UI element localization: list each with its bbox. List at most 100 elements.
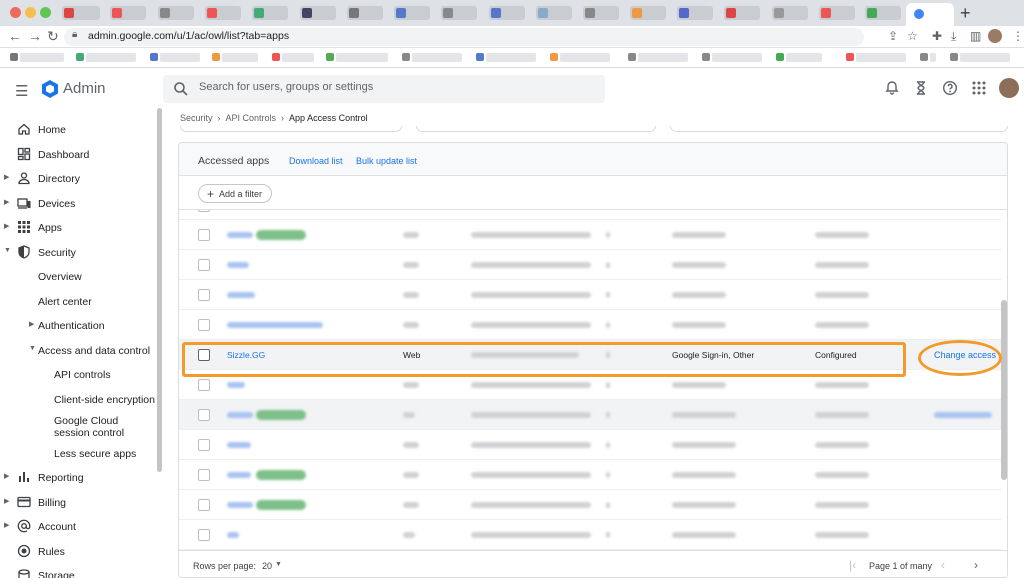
reload-icon[interactable]: ↻ xyxy=(47,28,59,45)
bookmark-item[interactable] xyxy=(476,53,536,62)
row-checkbox[interactable] xyxy=(198,229,210,241)
app-name-blurred[interactable] xyxy=(227,292,255,298)
browser-tab[interactable] xyxy=(772,6,808,20)
bookmark-item[interactable] xyxy=(776,53,822,62)
share-icon[interactable]: ⇪ xyxy=(888,29,898,43)
expand-caret-icon[interactable]: ▶ xyxy=(29,320,34,328)
browser-tab[interactable] xyxy=(536,6,572,20)
previous-page-icon[interactable]: ‹ xyxy=(941,558,945,572)
browser-menu-icon[interactable]: ⋮ xyxy=(1012,29,1024,43)
table-row[interactable] xyxy=(179,520,1001,550)
expand-caret-icon[interactable]: ▶ xyxy=(4,198,9,206)
browser-tab[interactable] xyxy=(630,6,666,20)
browser-tab[interactable] xyxy=(583,6,619,20)
sidebar-item-billing[interactable]: ▶ Billing xyxy=(0,493,155,513)
bookmark-item[interactable] xyxy=(150,53,200,62)
table-row[interactable] xyxy=(179,490,1001,520)
bulk-update-list-link[interactable]: Bulk update list xyxy=(356,156,417,166)
sidebar-item-alert-center[interactable]: Alert center xyxy=(0,292,155,312)
app-name-blurred[interactable] xyxy=(227,532,239,538)
browser-tab[interactable] xyxy=(394,6,430,20)
sidebar-item-dashboard[interactable]: Dashboard xyxy=(0,145,155,165)
browser-tab[interactable] xyxy=(441,6,477,20)
expand-caret-icon[interactable]: ▶ xyxy=(4,173,9,181)
collapse-caret-icon[interactable]: ▼ xyxy=(29,345,36,352)
bookmark-item[interactable] xyxy=(272,53,314,62)
bookmark-item[interactable] xyxy=(76,53,136,62)
row-checkbox[interactable] xyxy=(198,469,210,481)
next-page-icon[interactable]: › xyxy=(974,558,978,572)
row-checkbox[interactable] xyxy=(198,259,210,271)
row-checkbox[interactable] xyxy=(198,499,210,511)
table-row[interactable] xyxy=(179,280,1001,310)
change-access-link-blurred[interactable] xyxy=(934,412,992,418)
bookmark-item[interactable] xyxy=(628,53,688,62)
breadcrumb-security[interactable]: Security xyxy=(180,113,213,123)
browser-tab[interactable] xyxy=(724,6,760,20)
sidebar-item-apps[interactable]: ▶ Apps xyxy=(0,218,155,238)
browser-tab[interactable] xyxy=(62,6,100,20)
side-panel-icon[interactable]: ▥ xyxy=(970,29,981,43)
browser-tab[interactable] xyxy=(865,6,901,20)
search-input[interactable] xyxy=(199,81,589,93)
table-row[interactable] xyxy=(179,460,1001,490)
sidebar-item-api-controls[interactable]: API controls xyxy=(0,365,155,385)
lock-icon[interactable]: 🔒︎ xyxy=(72,29,77,40)
bookmark-item[interactable] xyxy=(10,53,64,62)
app-name-link[interactable]: Sizzle.GG xyxy=(227,350,265,360)
browser-tab[interactable] xyxy=(819,6,855,20)
row-checkbox[interactable] xyxy=(198,319,210,331)
sidebar-scrollbar[interactable] xyxy=(157,108,162,472)
app-name-blurred[interactable] xyxy=(227,442,251,448)
app-name-blurred[interactable] xyxy=(227,502,253,508)
table-row-sizzle-gg[interactable]: Sizzle.GG Web Google Sign-in, Other Conf… xyxy=(179,340,1001,370)
search-bar[interactable] xyxy=(163,75,605,103)
sidebar-item-directory[interactable]: ▶ Directory xyxy=(0,169,155,189)
collapse-caret-icon[interactable]: ▼ xyxy=(4,247,11,254)
active-browser-tab[interactable] xyxy=(906,3,954,26)
bookmark-item[interactable] xyxy=(212,53,258,62)
rows-per-page-select[interactable]: 20 xyxy=(262,561,272,571)
sidebar-item-authentication[interactable]: ▶ Authentication xyxy=(0,316,155,336)
bookmark-item[interactable] xyxy=(550,53,610,62)
extensions-icon[interactable]: ✚ xyxy=(932,29,942,43)
row-checkbox[interactable] xyxy=(198,379,210,391)
close-window-icon[interactable] xyxy=(10,7,21,18)
sidebar-item-overview[interactable]: Overview xyxy=(0,267,155,287)
bookmark-star-icon[interactable]: ☆ xyxy=(907,29,918,43)
sidebar-item-home[interactable]: Home xyxy=(0,120,155,140)
row-checkbox[interactable] xyxy=(198,210,210,212)
sidebar-item-devices[interactable]: ▶ Devices xyxy=(0,194,155,214)
search-icon[interactable] xyxy=(173,81,189,97)
dropdown-arrow-icon[interactable]: ▼ xyxy=(275,561,282,568)
table-row[interactable] xyxy=(179,430,1001,460)
sidebar-item-security[interactable]: ▼ Security xyxy=(0,243,155,263)
browser-tab[interactable] xyxy=(489,6,525,20)
table-row[interactable] xyxy=(179,400,1001,430)
app-name-blurred[interactable] xyxy=(227,322,323,328)
browser-profile-avatar[interactable] xyxy=(988,29,1002,43)
sidebar-item-access-data-control[interactable]: ▼ Access and data control xyxy=(0,341,155,361)
row-checkbox[interactable] xyxy=(198,409,210,421)
notifications-bell-icon[interactable] xyxy=(884,80,900,96)
table-row[interactable] xyxy=(179,210,1001,220)
table-row[interactable] xyxy=(179,310,1001,340)
browser-tab[interactable] xyxy=(252,6,288,20)
main-menu-icon[interactable]: ☰ xyxy=(15,82,28,100)
bookmark-item[interactable] xyxy=(326,53,388,62)
row-checkbox[interactable] xyxy=(198,529,210,541)
url-text[interactable]: admin.google.com/u/1/ac/owl/list?tab=app… xyxy=(88,30,289,42)
add-filter-button[interactable]: + Add a filter xyxy=(198,184,273,203)
sidebar-item-account[interactable]: ▶ Account xyxy=(0,517,155,537)
first-page-icon[interactable]: |‹ xyxy=(849,558,856,572)
tasks-hourglass-icon[interactable] xyxy=(913,80,929,96)
table-row[interactable] xyxy=(179,220,1001,250)
expand-caret-icon[interactable]: ▶ xyxy=(4,497,9,505)
app-name-blurred[interactable] xyxy=(227,412,253,418)
sidebar-item-less-secure-apps[interactable]: Less secure apps xyxy=(0,444,155,464)
row-checkbox[interactable] xyxy=(198,289,210,301)
maximize-window-icon[interactable] xyxy=(40,7,51,18)
row-checkbox[interactable] xyxy=(198,349,210,361)
app-name-blurred[interactable] xyxy=(227,382,245,388)
browser-tab[interactable] xyxy=(677,6,713,20)
